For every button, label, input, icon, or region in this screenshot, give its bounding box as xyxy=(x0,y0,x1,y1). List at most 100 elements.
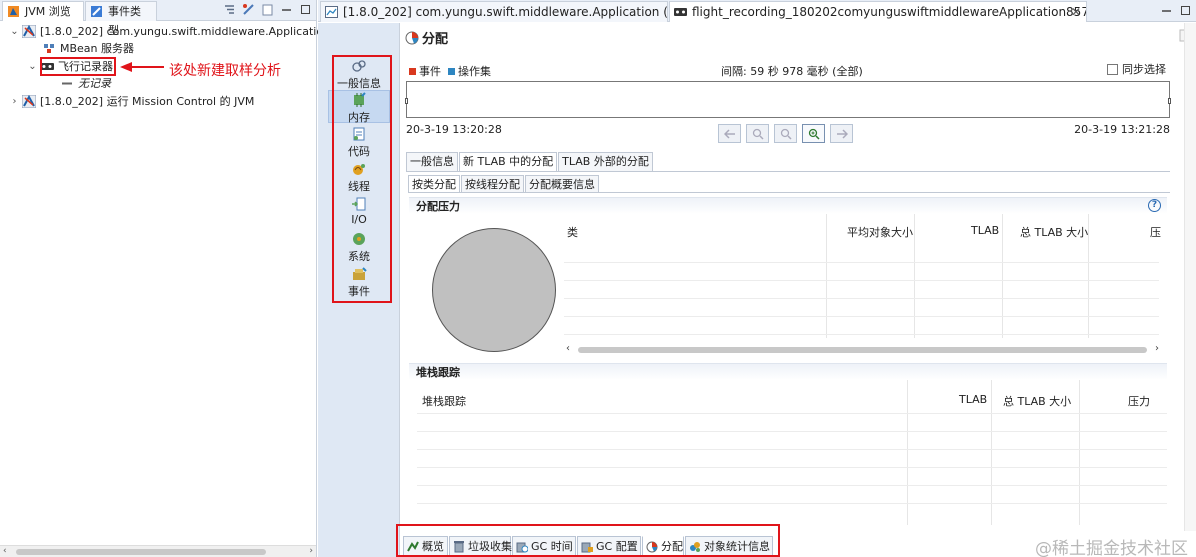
tab-by-class[interactable]: 按类分配 xyxy=(408,175,460,192)
col-avg-object-size[interactable]: 平均对象大小 xyxy=(847,224,913,240)
pan-right-button[interactable] xyxy=(830,124,853,143)
chevron-right-icon[interactable]: › xyxy=(309,546,313,556)
watermark: @稀土掘金技术社区 xyxy=(1035,539,1188,557)
table-header: 类 平均对象大小 TLAB 总 TLAB 大小 压 xyxy=(564,214,1161,245)
new-connection-icon[interactable] xyxy=(261,3,274,16)
minimize-icon[interactable] xyxy=(1160,4,1173,17)
annotation-arrow-icon xyxy=(120,62,164,72)
event-types-icon xyxy=(91,6,102,17)
timeline-controls: 20-3-19 13:20:28 20-3-19 13:21:28 xyxy=(406,119,1170,147)
row-line xyxy=(417,485,1167,486)
column-divider xyxy=(826,214,827,338)
col-tlab[interactable]: TLAB xyxy=(971,224,999,237)
col-total-tlab-size[interactable]: 总 TLAB 大小 xyxy=(1003,393,1071,409)
sync-selection[interactable]: 同步选择 xyxy=(1107,61,1166,77)
tab-general-info[interactable]: 一般信息 xyxy=(406,152,458,171)
row-line xyxy=(417,431,1167,432)
timeline-range[interactable] xyxy=(405,81,1171,118)
arrow-left-icon xyxy=(724,129,735,139)
row-line xyxy=(564,262,1159,263)
legend-events[interactable]: 事件 xyxy=(409,63,441,79)
page-vertical-scrollbar[interactable] xyxy=(1184,23,1196,531)
col-class[interactable]: 类 xyxy=(567,224,578,240)
scrollbar-thumb[interactable] xyxy=(16,549,266,555)
zoom-out-icon xyxy=(752,128,764,140)
events-color-swatch xyxy=(409,67,416,75)
row-line xyxy=(417,503,1167,504)
jvm-browser-panel: JVM 浏览器 事件类型 ⌄ [1.8.0_202] com.yungu.swi… xyxy=(0,0,345,557)
legend-operation-set[interactable]: 操作集 xyxy=(448,63,491,79)
time-start: 20-3-19 13:20:28 xyxy=(406,123,502,136)
help-icon[interactable]: ? xyxy=(1148,199,1161,212)
chevron-right-icon[interactable]: › xyxy=(9,93,20,110)
tab-new-tlab-allocation[interactable]: 新 TLAB 中的分配 xyxy=(459,152,558,171)
close-icon[interactable]: ✕ xyxy=(1071,2,1081,22)
timeline-buttons xyxy=(718,124,853,143)
legend-label: 操作集 xyxy=(458,65,491,78)
zoom-out-button[interactable] xyxy=(746,124,769,143)
chevron-left-icon[interactable]: ‹ xyxy=(3,546,7,556)
chevron-right-icon[interactable]: › xyxy=(1155,343,1159,354)
left-horizontal-scrollbar[interactable]: ‹ › xyxy=(0,545,316,557)
jvm-tree: ⌄ [1.8.0_202] com.yungu.swift.middleware… xyxy=(0,22,345,545)
allocation-page: 分配 事件 操作集 间隔: 59 秒 978 毫秒 (全部) 同步选择 20-3… xyxy=(401,23,1196,531)
minimize-icon[interactable] xyxy=(280,3,293,16)
tab-allocation-profile[interactable]: 分配概要信息 xyxy=(525,175,599,192)
col-stack-trace[interactable]: 堆栈跟踪 xyxy=(422,393,466,409)
column-divider xyxy=(1002,214,1003,338)
recording-nav-strip: 一般信息 内存 代码 线程 I/O 系统 事件 xyxy=(318,23,400,557)
tree-node-label: [1.8.0_202] com.yungu.swift.middleware.A… xyxy=(40,25,345,38)
zoom-in-button[interactable] xyxy=(802,124,825,143)
row-line xyxy=(564,334,1159,335)
jmc-window: JVM 浏览器 事件类型 ⌄ [1.8.0_202] com.yungu.swi… xyxy=(0,0,1196,557)
tab-flight-recording[interactable]: flight_recording_180202comyunguswiftmidd… xyxy=(669,1,1087,22)
tab-event-types[interactable]: 事件类型 xyxy=(85,1,157,37)
chevron-down-icon[interactable]: ⌄ xyxy=(9,23,20,40)
maximize-icon[interactable] xyxy=(299,3,312,16)
page-title-text: 分配 xyxy=(422,32,449,47)
col-pressure[interactable]: 压力 xyxy=(1128,393,1150,409)
row-line xyxy=(417,413,1167,414)
allocation-pressure-section: 分配压力 ? 类 平均对象大小 TLAB 总 TLAB 大小 压 ‹ › xyxy=(409,197,1167,359)
row-line xyxy=(417,467,1167,468)
dash-icon xyxy=(62,82,72,85)
tab-by-thread[interactable]: 按线程分配 xyxy=(461,175,524,192)
col-tlab[interactable]: TLAB xyxy=(959,393,987,406)
stack-trace-table: 堆栈跟踪 TLAB 总 TLAB 大小 压力 xyxy=(417,380,1167,525)
stack-trace-section: 堆栈跟踪 堆栈跟踪 TLAB 总 TLAB 大小 压力 xyxy=(409,363,1167,528)
tree-layout-icon[interactable] xyxy=(223,3,236,16)
subtab-divider xyxy=(408,192,1170,193)
table-horizontal-scrollbar[interactable]: ‹ › xyxy=(564,343,1161,357)
allocation-icon xyxy=(405,31,419,45)
annotation-text: 该处新建取样分析 xyxy=(169,63,281,79)
row-line xyxy=(564,280,1159,281)
maximize-icon[interactable] xyxy=(1179,4,1192,17)
allocation-pressure-pie[interactable] xyxy=(432,228,556,352)
tab-label: flight_recording_180202comyunguswiftmidd… xyxy=(692,5,1087,19)
range-end-handle[interactable] xyxy=(1168,98,1171,104)
scrollbar-thumb[interactable] xyxy=(578,347,1147,353)
tab-outside-tlab-allocation[interactable]: TLAB 外部的分配 xyxy=(558,152,653,171)
console-icon xyxy=(325,6,338,18)
range-start-handle[interactable] xyxy=(405,98,408,104)
connect-icon[interactable] xyxy=(242,3,255,16)
col-total-tlab-size[interactable]: 总 TLAB 大小 xyxy=(1020,224,1088,240)
col-pressure[interactable]: 压 xyxy=(1150,224,1161,240)
bottom-tabs-highlight-box xyxy=(396,524,780,557)
tab-divider xyxy=(406,171,1170,172)
tree-node-label: MBean 服务器 xyxy=(60,42,135,55)
allocation-tabs: 一般信息 新 TLAB 中的分配 TLAB 外部的分配 xyxy=(406,152,654,171)
chevron-left-icon[interactable]: ‹ xyxy=(566,343,570,354)
chevron-down-icon[interactable]: ⌄ xyxy=(27,58,38,75)
tree-node-label: 无记录 xyxy=(78,77,111,90)
zoom-selection-button[interactable] xyxy=(774,124,797,143)
legend-label: 事件 xyxy=(419,65,441,78)
tab-jvm-browser[interactable]: JVM 浏览器 xyxy=(2,1,84,37)
pan-left-button[interactable] xyxy=(718,124,741,143)
column-divider xyxy=(1088,214,1089,338)
allocation-table: 类 平均对象大小 TLAB 总 TLAB 大小 压 ‹ › xyxy=(564,214,1161,360)
sync-selection-checkbox[interactable] xyxy=(1107,63,1118,75)
time-end: 20-3-19 13:21:28 xyxy=(1074,123,1170,136)
tab-console-application[interactable]: [1.8.0_202] com.yungu.swift.middleware.A… xyxy=(320,1,668,22)
tab-label: [1.8.0_202] com.yungu.swift.middleware.A… xyxy=(343,5,668,19)
